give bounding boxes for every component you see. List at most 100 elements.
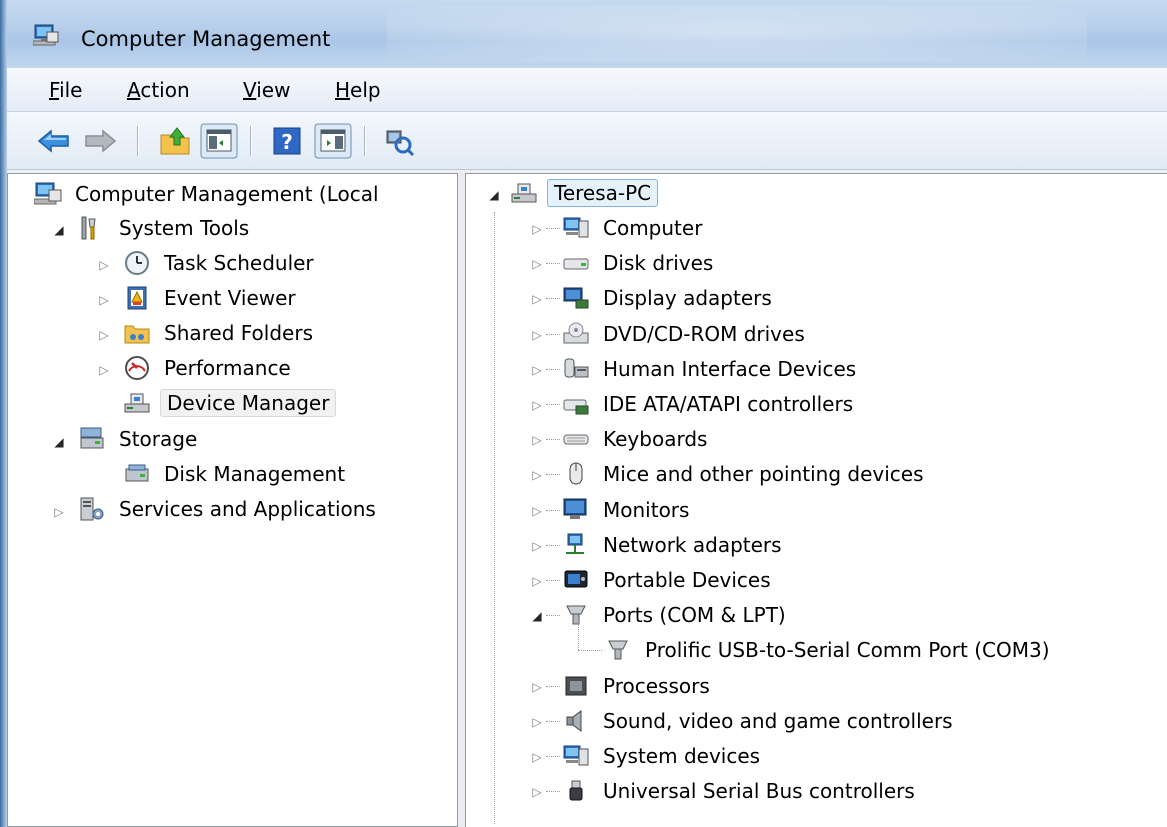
tree-item-label: Event Viewer — [164, 286, 296, 310]
expand-icon[interactable]: ▷ — [531, 716, 543, 728]
device-category[interactable]: Ports (COM & LPT) — [562, 598, 790, 632]
device-item[interactable]: Prolific USB-to-Serial Comm Port (COM3) — [604, 633, 1054, 667]
tree-item-computer-management[interactable]: Computer Management (Local — [34, 177, 383, 211]
expand-icon[interactable]: ▷ — [531, 329, 543, 341]
device-category[interactable]: Human Interface Devices — [562, 352, 860, 386]
show-hide-action-pane-icon[interactable] — [314, 123, 352, 159]
computer-management-icon — [33, 24, 59, 46]
back-icon[interactable] — [36, 123, 72, 159]
tree-connector — [494, 212, 495, 824]
usb-plug-icon — [569, 780, 583, 801]
device-label: System devices — [603, 744, 761, 768]
hid-icon — [564, 358, 589, 378]
menu-bar: File Action View Help — [7, 68, 1167, 112]
device-category[interactable]: DVD/CD-ROM drives — [562, 317, 809, 351]
tree-item-shared-folders[interactable]: Shared Folders — [123, 316, 317, 350]
expand-icon[interactable]: ▷ — [98, 294, 110, 306]
device-category[interactable]: Monitors — [562, 493, 693, 527]
device-label: Computer — [603, 216, 703, 240]
window-frame-left — [0, 0, 7, 827]
help-icon[interactable]: ? — [269, 123, 303, 159]
device-label: Ports (COM & LPT) — [603, 603, 786, 628]
expand-icon[interactable]: ▷ — [531, 540, 543, 552]
tree-item-services-and-applications[interactable]: Services and Applications — [78, 492, 380, 526]
tree-item-event-viewer[interactable]: Event Viewer — [123, 281, 300, 315]
console-tree-pane[interactable]: Computer Management (Local ◢ System Tool… — [7, 173, 457, 827]
menu-help[interactable]: Help — [335, 78, 381, 102]
device-category[interactable]: Sound, video and game controllers — [562, 704, 957, 738]
collapse-icon[interactable]: ◢ — [53, 224, 65, 236]
device-label: Monitors — [603, 497, 690, 522]
network-adapter-icon — [566, 533, 584, 554]
pane-splitter[interactable] — [457, 173, 466, 827]
expand-icon[interactable]: ▷ — [98, 329, 110, 341]
collapse-icon[interactable]: ◢ — [488, 189, 500, 201]
collapse-icon[interactable]: ◢ — [53, 436, 65, 448]
menu-file-accel: F — [49, 78, 60, 102]
expand-icon[interactable]: ▷ — [53, 506, 65, 518]
expand-icon[interactable]: ▷ — [531, 293, 543, 305]
collapse-icon[interactable]: ◢ — [531, 610, 543, 622]
device-manager-pane[interactable]: ◢ Teresa-PC ▷ Computer ▷ Disk drives ▷ Displa… — [466, 173, 1167, 827]
menu-file[interactable]: File — [49, 78, 82, 102]
menu-action-accel: A — [127, 78, 141, 102]
device-category[interactable]: Disk drives — [562, 246, 717, 280]
device-category[interactable]: System devices — [562, 739, 764, 773]
device-label: Portable Devices — [603, 568, 771, 592]
expand-icon[interactable]: ▷ — [531, 364, 543, 376]
up-folder-icon[interactable] — [158, 123, 192, 159]
expand-icon[interactable]: ▷ — [531, 505, 543, 517]
tree-item-system-tools[interactable]: System Tools — [78, 211, 253, 245]
expand-icon[interactable]: ▷ — [531, 751, 543, 763]
expand-icon[interactable]: ▷ — [531, 223, 543, 235]
device-category[interactable]: Mice and other pointing devices — [562, 457, 928, 491]
device-tree-root[interactable]: Teresa-PC — [510, 176, 659, 210]
device-category[interactable]: IDE ATA/ATAPI controllers — [562, 387, 857, 421]
expand-icon[interactable]: ▷ — [531, 434, 543, 446]
device-label: Processors — [603, 673, 710, 698]
expand-icon[interactable]: ▷ — [531, 258, 543, 270]
tree-item-storage[interactable]: Storage — [78, 422, 201, 456]
expand-icon[interactable]: ▷ — [531, 786, 543, 798]
services-icon — [80, 497, 104, 521]
expand-icon[interactable]: ▷ — [531, 575, 543, 587]
tree-item-performance[interactable]: Performance — [123, 351, 295, 385]
tree-item-label: Performance — [164, 356, 291, 380]
tree-item-label: Storage — [119, 427, 198, 451]
device-category[interactable]: Network adapters — [562, 528, 786, 562]
device-category[interactable]: Universal Serial Bus controllers — [562, 774, 919, 808]
storage-icon — [80, 427, 104, 449]
processor-icon — [565, 676, 587, 696]
tree-connector — [546, 615, 560, 617]
computer-management-icon — [34, 182, 62, 205]
expand-icon[interactable]: ▷ — [531, 399, 543, 411]
device-category[interactable]: Computer — [562, 211, 706, 245]
device-category[interactable]: Keyboards — [562, 422, 711, 456]
device-category[interactable]: Processors — [562, 669, 714, 703]
title-bar[interactable]: Computer Management — [7, 0, 1167, 68]
expand-icon[interactable]: ▷ — [98, 364, 110, 376]
device-label: Disk drives — [603, 251, 714, 276]
menu-help-label: elp — [350, 78, 381, 102]
show-hide-console-tree-icon[interactable] — [200, 123, 238, 159]
device-label: Sound, video and game controllers — [603, 708, 953, 733]
tree-connector — [546, 368, 560, 370]
tree-item-label: System Tools — [119, 216, 250, 240]
system-device-icon — [563, 745, 589, 766]
dvd-drive-icon — [563, 322, 589, 344]
tree-item-task-scheduler[interactable]: Task Scheduler — [123, 246, 318, 280]
tree-connector — [546, 333, 560, 335]
device-category[interactable]: Display adapters — [562, 281, 776, 315]
forward-icon[interactable] — [82, 123, 118, 159]
scan-hardware-icon[interactable] — [381, 123, 417, 159]
expand-icon[interactable]: ▷ — [98, 259, 110, 271]
expand-icon[interactable]: ▷ — [531, 681, 543, 693]
computer-icon — [563, 217, 589, 238]
tree-item-disk-management[interactable]: Disk Management — [123, 457, 349, 491]
window-title: Computer Management — [81, 27, 331, 51]
expand-icon[interactable]: ▷ — [531, 469, 543, 481]
tree-item-device-manager[interactable]: Device Manager — [123, 386, 337, 420]
menu-action[interactable]: Action — [127, 78, 190, 102]
device-category[interactable]: Portable Devices — [562, 563, 775, 597]
menu-view[interactable]: View — [243, 78, 290, 102]
